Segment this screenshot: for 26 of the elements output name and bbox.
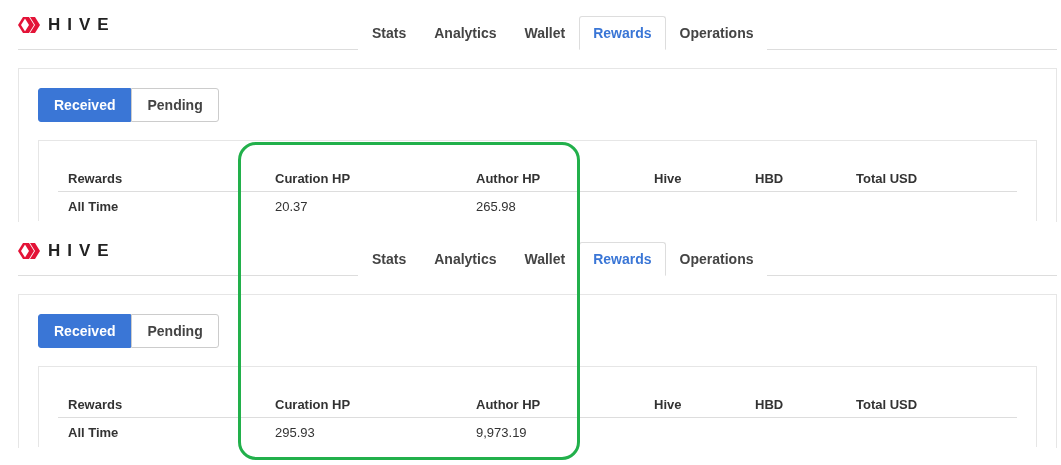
column-header: Rewards bbox=[67, 397, 124, 412]
table-cell-text: All Time bbox=[67, 199, 120, 214]
column-header: Hive bbox=[653, 171, 683, 186]
column-header: HBD bbox=[754, 397, 785, 412]
column-header: Curation HP bbox=[274, 397, 352, 412]
nav-tab[interactable]: Rewards bbox=[579, 16, 666, 50]
toggle-button[interactable]: Received bbox=[38, 314, 132, 348]
table-cell-text: All Time bbox=[67, 425, 120, 440]
column-header: Total USD bbox=[855, 171, 919, 186]
table-cell-text: 265.98 bbox=[475, 199, 517, 214]
logo-text: HIVE bbox=[48, 240, 116, 261]
table-cell-text: 9,973.19 bbox=[475, 425, 528, 440]
column-header: Total USD bbox=[855, 397, 919, 412]
column-header: HBD bbox=[754, 171, 785, 186]
column-header: Curation HP bbox=[274, 171, 352, 186]
toggle-button[interactable]: Pending bbox=[131, 88, 219, 122]
column-header: Author HP bbox=[475, 171, 542, 186]
column-header: Hive bbox=[653, 397, 683, 412]
toggle-button[interactable]: Pending bbox=[131, 314, 219, 348]
toggle-button[interactable]: Received bbox=[38, 88, 132, 122]
nav-tab[interactable]: Rewards bbox=[579, 242, 666, 276]
logo-text: HIVE bbox=[48, 14, 116, 35]
column-header: Author HP bbox=[475, 397, 542, 412]
table-cell-text: 295.93 bbox=[274, 425, 316, 440]
table-cell-text: 20.37 bbox=[274, 199, 309, 214]
column-header: Rewards bbox=[67, 171, 124, 186]
